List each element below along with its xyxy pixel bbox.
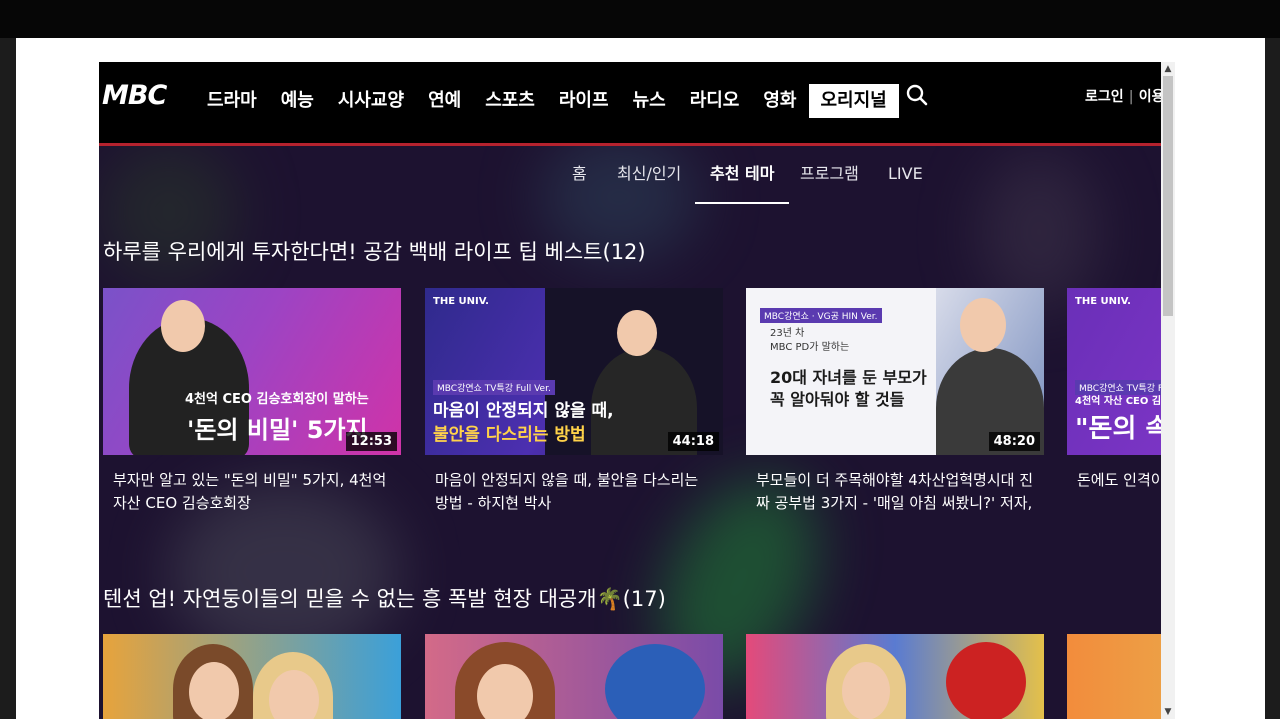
thumbnail-headline: 20대 자녀를 둔 부모가	[770, 368, 927, 387]
duration-badge: 12:53	[345, 432, 397, 451]
gnb-item-original[interactable]: 오리지널	[808, 84, 899, 118]
video-thumbnail[interactable]: 4천억 CEO 김승호회장이 말하는 '돈의 비밀' 5가지 12:53	[103, 288, 401, 455]
program-badge: MBC강연쇼 · VG공 HIN Ver.	[760, 308, 882, 323]
thumbnail-caption: MBC PD가 말하는	[770, 342, 850, 353]
gnb-item-radio[interactable]: 라디오	[678, 84, 752, 118]
subnav-recommended[interactable]: 추천 테마	[695, 160, 790, 204]
thumbnail-headline: '돈의 비밀' 5가지	[187, 416, 368, 444]
scrollbar-thumb[interactable]	[1163, 76, 1173, 316]
video-title[interactable]: 돈에도 인격이 의 '돈의 속성'	[1067, 469, 1161, 515]
video-card[interactable]: 4천억 CEO 김승호회장이 말하는 '돈의 비밀' 5가지 12:53 부자만…	[103, 288, 401, 515]
gnb-item-movie[interactable]: 영화	[751, 84, 808, 118]
speaker-face	[960, 298, 1006, 352]
video-card[interactable]: THE UNIV. MBC강연쇼 TV특강 Full Ver. 4천억 자산 C…	[1067, 288, 1161, 515]
univ-logo: THE UNIV.	[433, 296, 489, 307]
mbc-logo[interactable]: MBC	[102, 80, 167, 111]
header-accent-line	[99, 143, 1161, 146]
performer-face	[189, 662, 239, 719]
login-link[interactable]: 로그인	[1085, 89, 1124, 105]
gnb-item-entertainment[interactable]: 예능	[269, 84, 326, 118]
video-thumbnail[interactable]	[103, 634, 401, 719]
thumbnail-caption: 4천억 자산 CEO 김승호	[1075, 396, 1161, 407]
gnb-item-drama[interactable]: 드라마	[195, 84, 269, 118]
subnav-home[interactable]: 홈	[572, 160, 587, 204]
scroll-up-icon[interactable]: ▲	[1161, 62, 1175, 76]
screen-top-band	[0, 0, 1280, 38]
video-card[interactable]	[103, 634, 401, 719]
speaker-face	[161, 300, 205, 352]
video-thumbnail[interactable]	[1067, 634, 1161, 719]
subnav-latest[interactable]: 최신/인기	[617, 160, 681, 204]
thumbnail-headline-highlight: 불안을 다스리는 방법	[433, 425, 586, 445]
gnb-item-news[interactable]: 뉴스	[621, 84, 678, 118]
divider: |	[1128, 89, 1134, 105]
sub-nav: 홈 최신/인기 추천 테마 프로그램 LIVE	[99, 160, 1161, 206]
account-links: 로그인 | 이용	[1085, 86, 1161, 106]
video-card[interactable]: MBC강연쇼 · VG공 HIN Ver. 23년 차 MBC PD가 말하는 …	[746, 288, 1044, 515]
video-thumbnail[interactable]: THE UNIV. MBC강연쇼 TV특강 Full Ver. 마음이 안정되지…	[425, 288, 723, 455]
thumbnail-caption: 23년 차	[770, 328, 805, 339]
subnav-live[interactable]: LIVE	[888, 160, 923, 204]
gnb-item-current-affairs[interactable]: 시사교양	[326, 84, 416, 118]
browser-viewport: MBC 드라마 예능 시사교양 연예 스포츠 라이프 뉴스 라디오 영화 오리지…	[99, 62, 1161, 719]
video-thumbnail[interactable]	[425, 634, 723, 719]
univ-logo: THE UNIV.	[1075, 296, 1131, 307]
gnb-item-life[interactable]: 라이프	[547, 84, 621, 118]
video-card[interactable]: THE UNIV. MBC강연쇼 TV특강 Full Ver. 마음이 안정되지…	[425, 288, 723, 515]
global-nav: MBC 드라마 예능 시사교양 연예 스포츠 라이프 뉴스 라디오 영화 오리지…	[99, 62, 1161, 144]
thumbnail-headline: 꼭 알아둬야 할 것들	[770, 390, 905, 409]
video-thumbnail[interactable]: MBC강연쇼 · VG공 HIN Ver. 23년 차 MBC PD가 말하는 …	[746, 288, 1044, 455]
mascot-art	[605, 644, 705, 719]
section-title[interactable]: 텐션 업! 자연둥이들의 믿을 수 없는 흥 폭발 현장 대공개🌴(17)	[103, 583, 666, 613]
subnav-programs[interactable]: 프로그램	[800, 160, 859, 204]
video-thumbnail[interactable]	[746, 634, 1044, 719]
gnb-menu: 드라마 예능 시사교양 연예 스포츠 라이프 뉴스 라디오 영화 오리지널	[195, 84, 899, 118]
duration-badge: 48:20	[988, 432, 1040, 451]
video-card[interactable]	[425, 634, 723, 719]
thumbnail-caption: 4천억 CEO 김승호회장이 말하는	[185, 392, 369, 407]
vertical-scrollbar[interactable]: ▲ ▼	[1161, 62, 1175, 719]
speaker-face	[617, 310, 657, 356]
video-thumbnail[interactable]: THE UNIV. MBC강연쇼 TV특강 Full Ver. 4천억 자산 C…	[1067, 288, 1161, 455]
video-title[interactable]: 부자만 알고 있는 "돈의 비밀" 5가지, 4천억 자산 CEO 김승호회장	[103, 469, 401, 515]
gnb-item-celebrity[interactable]: 연예	[416, 84, 473, 118]
search-icon[interactable]	[906, 84, 928, 106]
gnb-item-sports[interactable]: 스포츠	[473, 84, 547, 118]
video-title[interactable]: 마음이 안정되지 않을 때, 불안을 다스리는 방법 - 하지현 박사	[425, 469, 723, 515]
performer-face	[842, 662, 890, 719]
duration-badge: 44:18	[667, 432, 719, 451]
mascot-art	[946, 642, 1026, 719]
video-card[interactable]	[1067, 634, 1161, 719]
performer-face	[477, 664, 533, 719]
thumbnail-headline: "돈의 속	[1075, 414, 1161, 444]
signup-link[interactable]: 이용	[1139, 89, 1161, 105]
video-card[interactable]	[746, 634, 1044, 719]
video-title[interactable]: 부모들이 더 주목해야할 4차산업혁명시대 진짜 공부법 3가지 - '매일 아…	[746, 469, 1044, 515]
program-badge: MBC강연쇼 TV특강 Full Ver.	[433, 380, 555, 395]
section-title[interactable]: 하루를 우리에게 투자한다면! 공감 백배 라이프 팁 베스트(12)	[103, 236, 646, 266]
thumbnail-headline: 마음이 안정되지 않을 때,	[433, 401, 614, 421]
scroll-down-icon[interactable]: ▼	[1161, 705, 1175, 719]
